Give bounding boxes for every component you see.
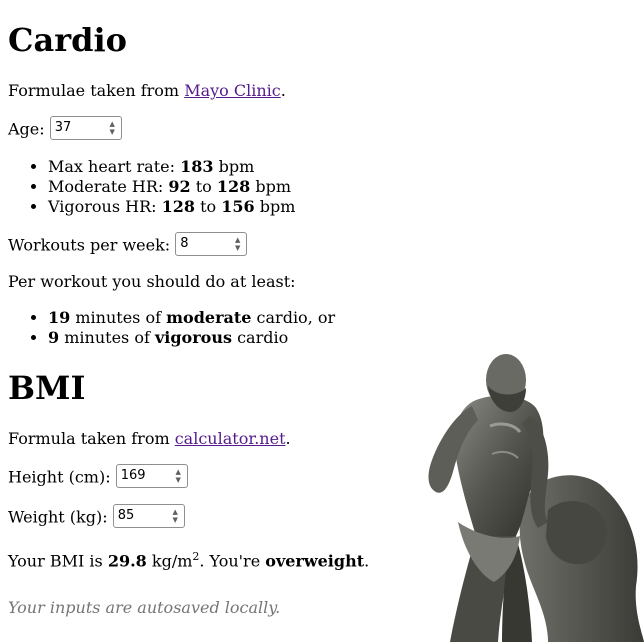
weight-value: 85	[117, 508, 135, 523]
moderate-minutes-of: minutes of	[75, 308, 162, 327]
moderate-hr-to: to	[195, 177, 212, 196]
bmi-source-suffix: .	[285, 429, 291, 448]
moderate-hr-label: Moderate HR:	[48, 177, 169, 196]
vigorous-minutes-item: 9 minutes of vigorous cardio	[48, 328, 335, 348]
max-hr-unit: bpm	[218, 157, 255, 176]
moderate-hr-item: Moderate HR: 92 to 128 bpm	[48, 177, 295, 197]
vigorous-hr-high: 156	[221, 197, 255, 216]
age-input[interactable]: 37 ▲ ▼	[49, 116, 122, 140]
age-label: Age:	[8, 119, 50, 139]
weight-label: Weight (kg):	[8, 507, 113, 527]
cardio-source-suffix: .	[280, 81, 286, 100]
weight-spinner-icon[interactable]: ▲ ▼	[170, 507, 181, 525]
bmi-category: overweight	[265, 551, 365, 571]
bmi-result-prefix: Your BMI is	[8, 551, 108, 571]
autosave-note: Your inputs are autosaved locally.	[8, 598, 281, 617]
height-label: Height (cm):	[8, 467, 116, 487]
vigorous-word: vigorous	[154, 328, 232, 347]
moderate-hr-unit: bpm	[255, 177, 292, 196]
moderate-tail: cardio, or	[256, 308, 336, 327]
workouts-spinner-icon[interactable]: ▲ ▼	[232, 235, 243, 253]
workouts-label: Workouts per week:	[8, 235, 176, 255]
hercules-statue-icon	[428, 354, 644, 642]
height-value: 169	[120, 468, 146, 483]
workouts-value: 8	[180, 236, 189, 251]
cardio-source-prefix: Formulae taken from	[8, 81, 185, 100]
moderate-word: moderate	[166, 308, 252, 327]
moderate-minutes-value: 19	[48, 308, 71, 327]
bmi-period: .	[364, 551, 370, 571]
cardio-heading: Cardio	[8, 21, 127, 59]
moderate-hr-high: 128	[216, 177, 251, 196]
vigorous-hr-label: Vigorous HR:	[48, 197, 162, 216]
mayo-clinic-link[interactable]: Mayo Clinic	[184, 81, 281, 100]
moderate-hr-low: 92	[168, 177, 191, 196]
vigorous-tail: cardio	[237, 328, 289, 347]
vigorous-minutes-of: minutes of	[64, 328, 150, 347]
cardio-source-line: Formulae taken from Mayo Clinic.	[8, 81, 286, 101]
vigorous-hr-to: to	[200, 197, 217, 216]
vigorous-minutes-value: 9	[48, 328, 60, 347]
max-hr-label: Max heart rate:	[48, 157, 181, 176]
age-value: 37	[54, 120, 72, 135]
workouts-row: Workouts per week: 8 ▲ ▼	[8, 232, 248, 258]
height-spinner-icon[interactable]: ▲ ▼	[173, 467, 184, 485]
bmi-source-line: Formula taken from calculator.net.	[8, 429, 291, 449]
moderate-minutes-item: 19 minutes of moderate cardio, or	[48, 308, 335, 328]
max-heart-rate-item: Max heart rate: 183 bpm	[48, 157, 295, 177]
age-spinner-icon[interactable]: ▲ ▼	[107, 119, 118, 137]
bmi-unit: kg/m	[151, 551, 193, 571]
vigorous-hr-low: 128	[161, 197, 196, 216]
heart-rate-list: Max heart rate: 183 bpm Moderate HR: 92 …	[8, 157, 295, 217]
bmi-source-prefix: Formula taken from	[8, 429, 175, 448]
max-hr-value: 183	[180, 157, 214, 176]
vigorous-hr-unit: bpm	[259, 197, 296, 216]
calculator-net-link[interactable]: calculator.net	[175, 429, 286, 448]
weight-input[interactable]: 85 ▲ ▼	[112, 504, 185, 528]
workouts-input[interactable]: 8 ▲ ▼	[175, 232, 248, 256]
bmi-value: 29.8	[107, 551, 147, 571]
weight-row: Weight (kg): 85 ▲ ▼	[8, 504, 185, 530]
vigorous-hr-item: Vigorous HR: 128 to 156 bpm	[48, 197, 295, 217]
bmi-heading: BMI	[8, 369, 86, 407]
height-input[interactable]: 169 ▲ ▼	[115, 464, 188, 488]
bmi-result: Your BMI is 29.8 kg/m2. You're overweigh…	[8, 547, 369, 571]
height-row: Height (cm): 169 ▲ ▼	[8, 464, 188, 490]
bmi-you-are: . You're	[199, 551, 266, 571]
age-row: Age: 37 ▲ ▼	[8, 116, 122, 142]
workout-minutes-list: 19 minutes of moderate cardio, or 9 minu…	[8, 308, 335, 348]
per-workout-text: Per workout you should do at least:	[8, 272, 296, 291]
